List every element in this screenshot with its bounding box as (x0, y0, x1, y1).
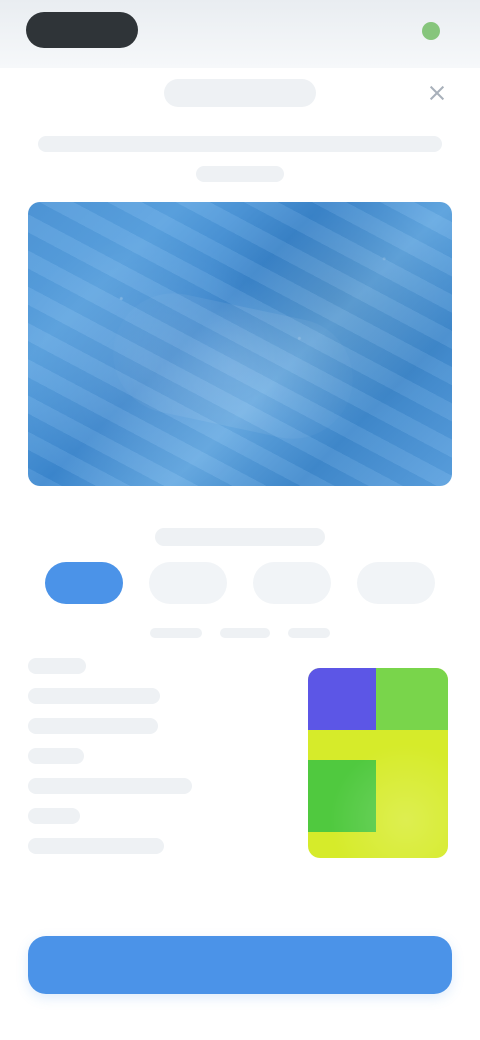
content (0, 136, 480, 994)
meta-item (220, 628, 270, 638)
primary-button[interactable] (28, 936, 452, 994)
detail-line (28, 838, 164, 854)
segment-row (28, 562, 452, 604)
tab-2[interactable] (149, 562, 227, 604)
close-icon[interactable] (422, 78, 452, 108)
meta-row (28, 628, 452, 638)
swatch-glow (308, 668, 448, 858)
status-pill (26, 12, 138, 48)
intro-line (38, 136, 442, 152)
tab-1[interactable] (45, 562, 123, 604)
image-caption (155, 528, 325, 546)
detail-line (28, 718, 158, 734)
intro-line-short (196, 166, 284, 182)
page-title (164, 79, 316, 107)
status-indicator (422, 22, 440, 40)
color-swatch (308, 668, 448, 858)
tab-3[interactable] (253, 562, 331, 604)
meta-item (288, 628, 330, 638)
top-bar (0, 68, 480, 124)
detail-line (28, 748, 84, 764)
meta-item (150, 628, 202, 638)
detail-line (28, 658, 86, 674)
detail-line (28, 778, 192, 794)
detail-line (28, 808, 80, 824)
main-image (28, 202, 452, 486)
detail-line (28, 688, 160, 704)
details-section (28, 658, 452, 884)
tab-4[interactable] (357, 562, 435, 604)
status-bar (0, 0, 480, 68)
